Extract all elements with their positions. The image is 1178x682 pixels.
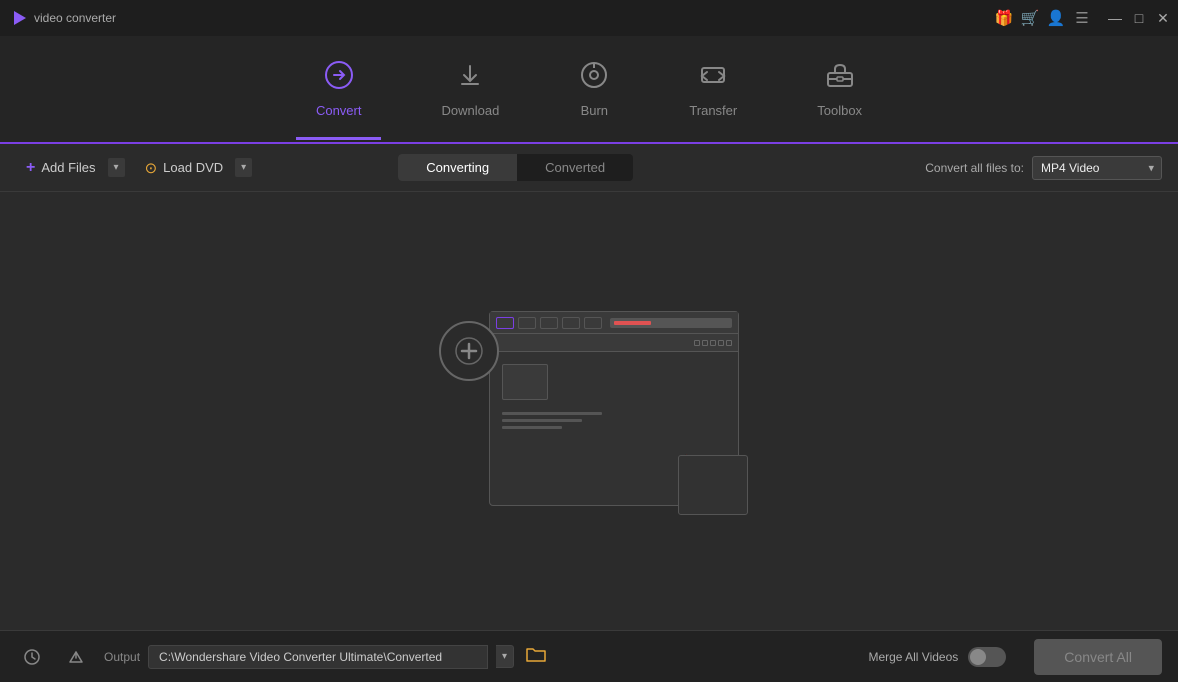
history-button[interactable]: [16, 641, 48, 673]
app-logo: video converter: [10, 9, 116, 27]
browser-tab-4: [584, 317, 602, 329]
output-path-input[interactable]: [148, 645, 488, 669]
convert-all-files-section: Convert all files to: MP4 Video MKV Vide…: [925, 156, 1162, 180]
format-select[interactable]: MP4 Video MKV Video AVI Video MOV Video …: [1032, 156, 1162, 180]
add-files-label: Add Files: [41, 160, 95, 175]
speed-button[interactable]: [60, 641, 92, 673]
burn-icon: [579, 60, 609, 97]
dvd-icon: ⊙: [145, 159, 158, 177]
merge-section: Merge All Videos: [868, 647, 1006, 667]
browser-tab-2: [540, 317, 558, 329]
app-title: video converter: [34, 11, 116, 25]
nav-item-transfer[interactable]: Transfer: [669, 50, 757, 128]
add-files-circle[interactable]: [439, 321, 499, 381]
format-dropdown-wrapper: MP4 Video MKV Video AVI Video MOV Video …: [1032, 156, 1162, 180]
load-dvd-dropdown[interactable]: ▾: [235, 158, 252, 177]
menu-icon[interactable]: ☰: [1074, 10, 1090, 26]
main-content: [0, 192, 1178, 630]
content-line-2: [502, 419, 582, 422]
browser-tab-1: [518, 317, 536, 329]
logo-icon: [10, 9, 28, 27]
content-line-3: [502, 426, 562, 429]
titlebar: video converter 🎁 🛒 👤 ☰ — □ ✕: [0, 0, 1178, 36]
merge-label: Merge All Videos: [868, 650, 958, 664]
transfer-icon: [698, 60, 728, 97]
content-line-1: [502, 412, 602, 415]
window-controls: 🎁 🛒 👤 ☰ — □ ✕: [996, 10, 1170, 26]
content-thumbnail: [502, 364, 548, 400]
browser-window-mock: [489, 311, 739, 506]
nav-label-download: Download: [441, 103, 499, 118]
browser-urlbar: [610, 318, 732, 328]
tab-converted[interactable]: Converted: [517, 154, 633, 181]
toolbar-dots: [694, 340, 732, 346]
convert-icon: [324, 60, 354, 97]
cart-icon[interactable]: 🛒: [1022, 10, 1038, 26]
content-lines: [502, 412, 726, 429]
open-folder-button[interactable]: [522, 641, 550, 672]
toolbox-icon: [825, 60, 855, 97]
nav-item-convert[interactable]: Convert: [296, 50, 382, 128]
nav-label-transfer: Transfer: [689, 103, 737, 118]
plus-icon: +: [26, 159, 35, 177]
toolbar-dot-4: [718, 340, 724, 346]
browser-tab-active: [496, 317, 514, 329]
output-path-dropdown[interactable]: ▾: [496, 645, 514, 668]
add-files-dropdown[interactable]: ▾: [108, 158, 125, 177]
empty-state: [439, 311, 739, 511]
nav-item-download[interactable]: Download: [421, 50, 519, 128]
output-label: Output: [104, 650, 140, 664]
maximize-button[interactable]: □: [1132, 11, 1146, 25]
tabbar: + Add Files ▾ ⊙ Load DVD ▾ Converting Co…: [0, 144, 1178, 192]
nav-label-burn: Burn: [581, 103, 608, 118]
tab-converting[interactable]: Converting: [398, 154, 517, 181]
nav-item-toolbox[interactable]: Toolbox: [797, 50, 882, 128]
toolbar-dot-5: [726, 340, 732, 346]
close-button[interactable]: ✕: [1156, 11, 1170, 25]
add-files-button[interactable]: + Add Files: [16, 153, 106, 183]
browser-tab-3: [562, 317, 580, 329]
profile-icon[interactable]: 👤: [1048, 10, 1064, 26]
browser-content: [490, 352, 738, 505]
load-dvd-label: Load DVD: [163, 160, 223, 175]
conversion-tabs: Converting Converted: [398, 154, 633, 181]
browser-toolbar: [490, 334, 738, 352]
convert-all-files-label: Convert all files to:: [925, 161, 1024, 175]
download-icon: [455, 60, 485, 97]
bottombar: Output ▾ Merge All Videos Convert All: [0, 630, 1178, 682]
merge-toggle[interactable]: [968, 647, 1006, 667]
toolbar-dot-1: [694, 340, 700, 346]
navbar: Convert Download Burn: [0, 36, 1178, 144]
browser-topbar: [490, 312, 738, 334]
gift-icon[interactable]: 🎁: [996, 10, 1012, 26]
empty-illustration: [439, 311, 739, 511]
convert-all-button[interactable]: Convert All: [1034, 639, 1162, 675]
load-dvd-button[interactable]: ⊙ Load DVD: [135, 153, 234, 183]
nav-label-toolbox: Toolbox: [817, 103, 862, 118]
toolbar-dot-2: [702, 340, 708, 346]
nav-label-convert: Convert: [316, 103, 362, 118]
output-section: Output ▾: [104, 641, 856, 672]
toolbar-dot-3: [710, 340, 716, 346]
nav-item-burn[interactable]: Burn: [559, 50, 629, 128]
floating-card: [678, 455, 748, 515]
minimize-button[interactable]: —: [1108, 11, 1122, 25]
